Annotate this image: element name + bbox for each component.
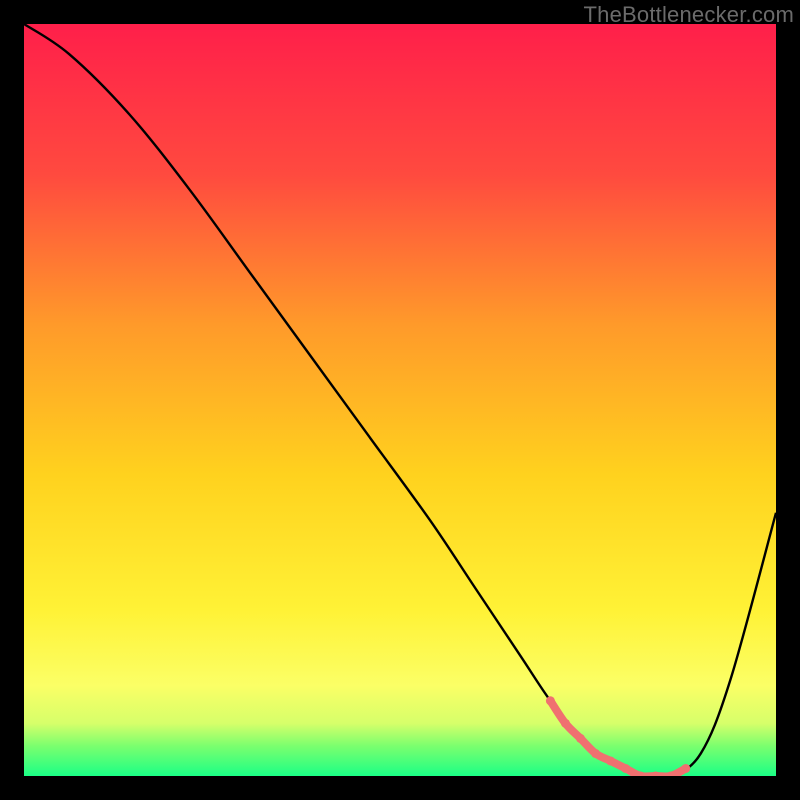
sweet-spot-dot: [606, 756, 615, 765]
sweet-spot-dot: [546, 696, 555, 705]
chart-frame: [24, 24, 776, 776]
sweet-spot-dot: [576, 734, 585, 743]
sweet-spot-dot: [621, 764, 630, 773]
sweet-spot-dot: [591, 749, 600, 758]
bottleneck-chart: [24, 24, 776, 776]
sweet-spot-dot: [681, 764, 690, 773]
sweet-spot-dot: [561, 719, 570, 728]
watermark-text: TheBottlenecker.com: [584, 2, 794, 28]
chart-background: [24, 24, 776, 776]
